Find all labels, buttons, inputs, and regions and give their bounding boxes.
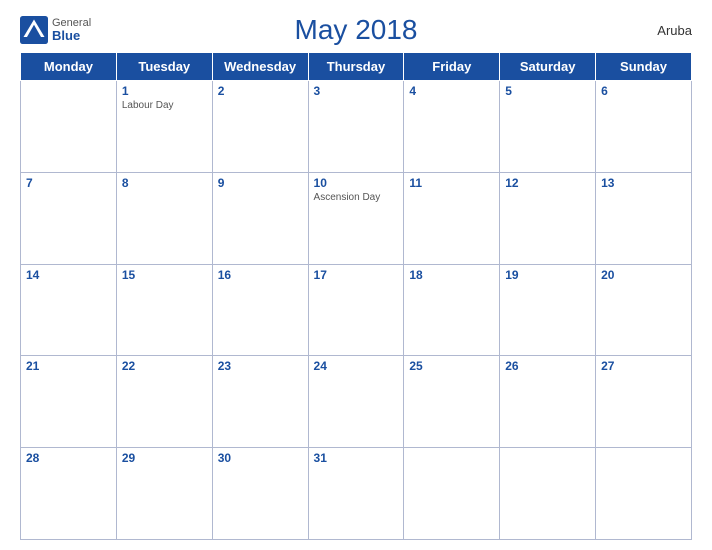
calendar-week-1: 1 Labour Day 23456 — [21, 81, 692, 173]
day-number: 24 — [314, 359, 399, 373]
day-number: 16 — [218, 268, 303, 282]
day-number: 8 — [122, 176, 207, 190]
day-number: 21 — [26, 359, 111, 373]
calendar-cell: 16 — [212, 264, 308, 356]
day-number: 28 — [26, 451, 111, 465]
day-number: 2 — [218, 84, 303, 98]
logo: General Blue — [20, 16, 91, 44]
logo-blue-label: Blue — [52, 29, 91, 43]
country-label: Aruba — [657, 23, 692, 38]
calendar-week-4: 21 22 23 24 25 26 27 — [21, 356, 692, 448]
calendar-cell: 21 — [21, 356, 117, 448]
holiday-label: Labour Day — [122, 100, 207, 111]
calendar-cell: 14 — [21, 264, 117, 356]
calendar-cell: 31 — [308, 448, 404, 540]
day-number: 19 — [505, 268, 590, 282]
calendar-cell: 15 — [116, 264, 212, 356]
calendar-week-3: 14 15 16 17 18 19 20 — [21, 264, 692, 356]
day-number: 26 — [505, 359, 590, 373]
day-number: 11 — [409, 176, 494, 190]
day-number: 20 — [601, 268, 686, 282]
calendar-cell — [596, 448, 692, 540]
col-thursday: Thursday — [308, 53, 404, 81]
calendar-cell: 12 — [500, 172, 596, 264]
calendar-cell: 23 — [212, 356, 308, 448]
calendar-cell — [500, 448, 596, 540]
calendar-cell: 24 — [308, 356, 404, 448]
calendar-cell: 5 — [500, 81, 596, 173]
col-saturday: Saturday — [500, 53, 596, 81]
holiday-label: Ascension Day — [314, 192, 399, 203]
day-number: 27 — [601, 359, 686, 373]
calendar-cell: 3 — [308, 81, 404, 173]
calendar-cell — [21, 81, 117, 173]
calendar-cell: 11 — [404, 172, 500, 264]
day-number: 3 — [314, 84, 399, 98]
day-number: 9 — [218, 176, 303, 190]
calendar-cell: 6 — [596, 81, 692, 173]
calendar-week-5: 28 29 30 31 — [21, 448, 692, 540]
day-number: 12 — [505, 176, 590, 190]
page-title: May 2018 — [295, 14, 418, 46]
calendar-cell: 10 Ascension Day — [308, 172, 404, 264]
day-number: 22 — [122, 359, 207, 373]
col-tuesday: Tuesday — [116, 53, 212, 81]
col-monday: Monday — [21, 53, 117, 81]
day-number: 14 — [26, 268, 111, 282]
calendar-cell: 18 — [404, 264, 500, 356]
day-number: 13 — [601, 176, 686, 190]
calendar-cell: 27 — [596, 356, 692, 448]
calendar-cell: 30 — [212, 448, 308, 540]
calendar-cell: 7 — [21, 172, 117, 264]
col-friday: Friday — [404, 53, 500, 81]
day-number: 25 — [409, 359, 494, 373]
calendar-cell: 1 Labour Day — [116, 81, 212, 173]
day-number: 29 — [122, 451, 207, 465]
calendar-cell: 2 — [212, 81, 308, 173]
calendar-cell: 29 — [116, 448, 212, 540]
calendar-body: 1Labour Day2345678910Ascension Day111213… — [21, 81, 692, 540]
col-wednesday: Wednesday — [212, 53, 308, 81]
day-number: 6 — [601, 84, 686, 98]
calendar-cell: 25 — [404, 356, 500, 448]
calendar-week-2: 789 10 Ascension Day 11 12 13 — [21, 172, 692, 264]
calendar-cell: 13 — [596, 172, 692, 264]
calendar-table: Monday Tuesday Wednesday Thursday Friday… — [20, 52, 692, 540]
calendar-cell: 9 — [212, 172, 308, 264]
day-number: 15 — [122, 268, 207, 282]
day-number: 1 — [122, 84, 207, 98]
day-number: 4 — [409, 84, 494, 98]
calendar-cell: 4 — [404, 81, 500, 173]
day-number: 7 — [26, 176, 111, 190]
calendar-cell: 8 — [116, 172, 212, 264]
day-number: 30 — [218, 451, 303, 465]
logo-icon — [20, 16, 48, 44]
calendar-cell: 28 — [21, 448, 117, 540]
calendar-cell: 20 — [596, 264, 692, 356]
day-number: 31 — [314, 451, 399, 465]
calendar-cell: 26 — [500, 356, 596, 448]
day-number: 17 — [314, 268, 399, 282]
calendar-header-row: Monday Tuesday Wednesday Thursday Friday… — [21, 53, 692, 81]
day-number: 10 — [314, 176, 399, 190]
calendar-cell: 19 — [500, 264, 596, 356]
day-number: 23 — [218, 359, 303, 373]
logo-text: General Blue — [52, 17, 91, 43]
calendar-cell: 17 — [308, 264, 404, 356]
day-number: 18 — [409, 268, 494, 282]
col-sunday: Sunday — [596, 53, 692, 81]
calendar-cell — [404, 448, 500, 540]
calendar-cell: 22 — [116, 356, 212, 448]
calendar-header: General Blue May 2018 Aruba — [20, 14, 692, 46]
day-number: 5 — [505, 84, 590, 98]
